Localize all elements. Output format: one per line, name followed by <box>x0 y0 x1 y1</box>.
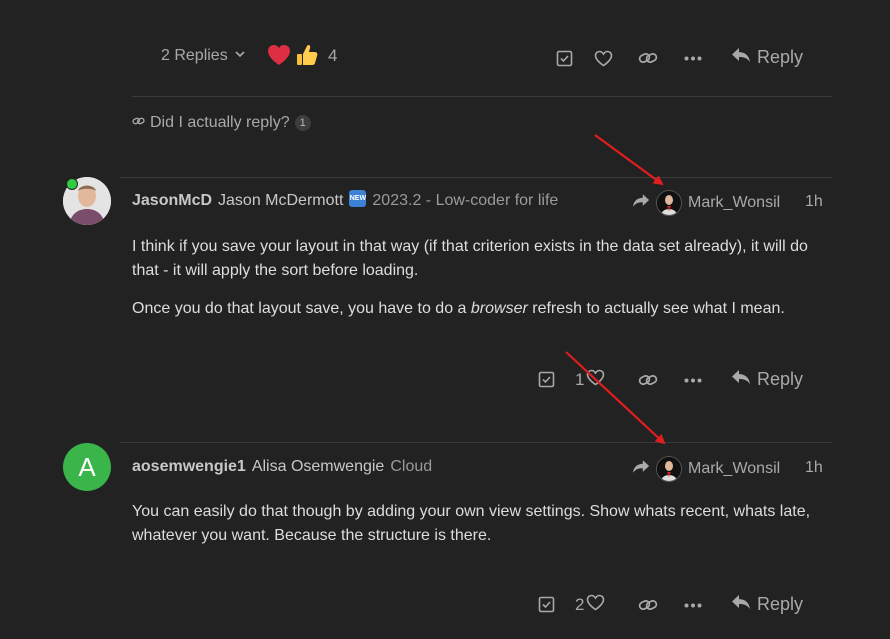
annotation-arrows <box>565 134 666 445</box>
annotation-arrow <box>565 351 666 445</box>
annotation-arrow <box>594 134 664 186</box>
